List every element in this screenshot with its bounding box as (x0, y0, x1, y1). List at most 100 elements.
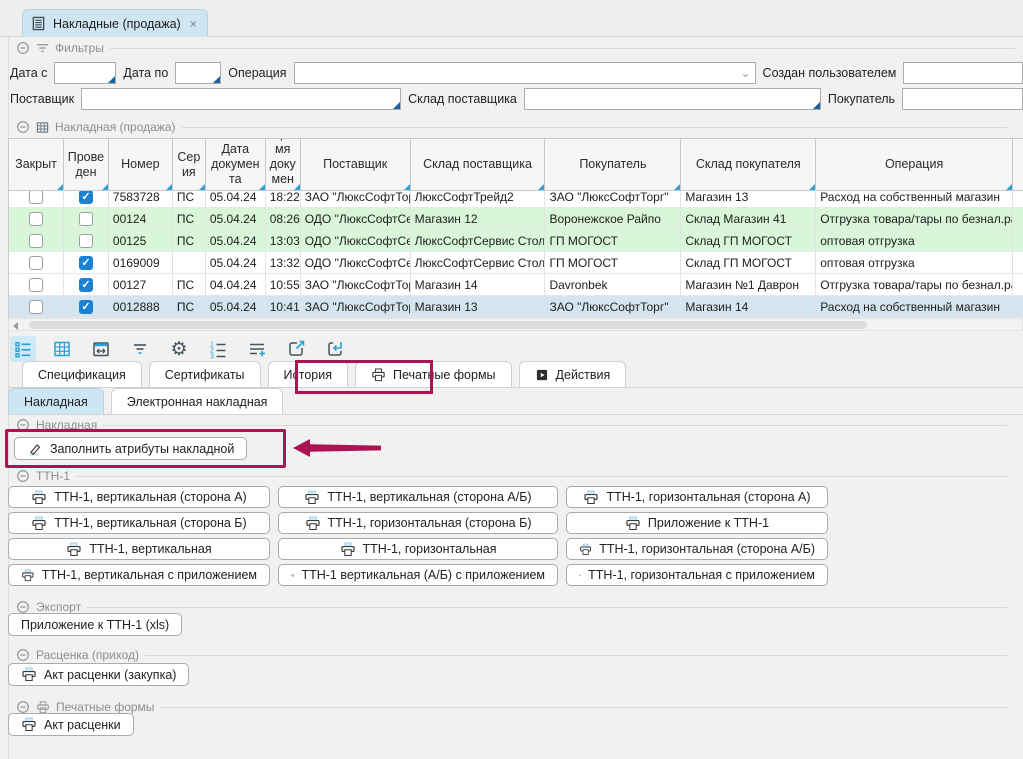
tab-electronic-invoice[interactable]: Электронная накладная (111, 388, 284, 414)
collapse-icon[interactable] (16, 120, 30, 134)
column-header-posted[interactable]: Проведен (64, 139, 109, 191)
grid-view-icon[interactable] (49, 336, 75, 362)
tab-certificates[interactable]: Сертификаты (149, 361, 261, 387)
open-external-icon[interactable] (283, 336, 309, 362)
tab-invoice[interactable]: Накладная (8, 388, 104, 414)
collapse-icon[interactable] (16, 41, 30, 55)
add-list-icon[interactable] (244, 336, 270, 362)
column-header-buyer[interactable]: Покупатель (545, 139, 681, 191)
posted-checkbox[interactable] (79, 256, 93, 270)
column-header-buyer-warehouse[interactable]: Склад покупателя (681, 139, 816, 191)
column-header-doc-date[interactable]: Дата документа (206, 139, 266, 191)
posted-checkbox[interactable] (79, 234, 93, 248)
column-header-supplier-warehouse[interactable]: Склад поставщика (411, 139, 546, 191)
cell-closed[interactable] (9, 296, 64, 318)
print-form-button[interactable]: ТТН-1, горизонтальная (сторона А) (566, 486, 828, 508)
numbered-list-icon[interactable]: 123 (205, 336, 231, 362)
supplier-warehouse-input[interactable] (525, 89, 820, 109)
print-form-button[interactable]: ТТН-1, вертикальная (сторона А) (8, 486, 270, 508)
print-form-button[interactable]: ТТН-1, вертикальная (сторона А/Б) (278, 486, 558, 508)
supplier-field[interactable] (81, 88, 401, 110)
table-row[interactable]: 016900905.04.2413:32ОДО "ЛюксСофтСервисЛ… (9, 252, 1023, 274)
buyer-field[interactable] (902, 88, 1023, 110)
table-row[interactable]: 00124ПС05.04.2408:26ОДО "ЛюксСофтСервисМ… (9, 208, 1023, 230)
print-form-button[interactable]: ТТН-1, горизонтальная (сторона А/Б) (566, 538, 828, 560)
closed-checkbox[interactable] (29, 234, 43, 248)
cell-posted[interactable] (64, 191, 109, 208)
supplier-input[interactable] (82, 89, 400, 109)
tab-specification[interactable]: Спецификация (22, 361, 142, 387)
print-form-button[interactable]: ТТН-1, вертикальная (сторона Б) (8, 512, 270, 534)
column-header-number[interactable]: Номер (109, 139, 173, 191)
tab-invoices-sale[interactable]: Накладные (продажа) × (22, 9, 208, 37)
table-row[interactable]: 7583728ПС05.04.2418:22ЗАО "ЛюксСофтТорг"… (9, 191, 1023, 208)
print-form-button[interactable]: ТТН-1, вертикальная с приложением (8, 564, 270, 586)
closed-checkbox[interactable] (29, 300, 43, 314)
cell-posted[interactable] (64, 230, 109, 252)
horizontal-scrollbar[interactable] (8, 318, 1023, 331)
cell-posted[interactable] (64, 208, 109, 230)
cell-closed[interactable] (9, 274, 64, 296)
column-header-operation[interactable]: Операция (816, 139, 1013, 191)
column-header-series[interactable]: Серия (173, 139, 206, 191)
created-by-input[interactable] (904, 63, 1022, 83)
print-form-button[interactable]: ТТН-1, горизонтальная (278, 538, 558, 560)
table-row[interactable]: 00125ПС05.04.2413:03ОДО "ЛюксСофтСервисЛ… (9, 230, 1023, 252)
print-form-button[interactable]: Приложение к ТТН-1 (566, 512, 828, 534)
table-row[interactable]: 00127ПС04.04.2410:55ЗАО "ЛюксСофтТорг"Ма… (9, 274, 1023, 296)
settings-gear-icon[interactable]: ⚙ (166, 336, 192, 362)
pricing-act-purchase-button[interactable]: Акт расценки (закупка) (8, 663, 189, 686)
cell-closed[interactable] (9, 230, 64, 252)
date-from-input[interactable] (55, 63, 115, 83)
collapse-icon[interactable] (16, 469, 30, 483)
refresh-return-icon[interactable] (322, 336, 348, 362)
cell-posted[interactable] (64, 274, 109, 296)
cell-posted[interactable] (64, 296, 109, 318)
tab-close-icon[interactable]: × (190, 17, 197, 31)
fill-invoice-attributes-button[interactable]: Заполнить атрибуты накладной (14, 437, 247, 460)
tab-actions[interactable]: Действия (519, 361, 627, 387)
filter-icon[interactable] (127, 336, 153, 362)
tab-print-forms[interactable]: Печатные формы (355, 361, 512, 387)
operation-combobox[interactable]: ⌄ (294, 62, 756, 84)
created-by-field[interactable] (903, 62, 1023, 84)
closed-checkbox[interactable] (29, 212, 43, 226)
scroll-left-icon[interactable] (13, 322, 18, 330)
print-form-button[interactable]: ТТН-1, горизонтальная (сторона Б) (278, 512, 558, 534)
ttn-appendix-xls-button[interactable]: Приложение к ТТН-1 (xls) (8, 613, 182, 636)
closed-checkbox[interactable] (29, 256, 43, 270)
column-header-supplier[interactable]: Поставщик (301, 139, 411, 191)
collapse-icon[interactable] (16, 418, 30, 432)
period-calendar-icon[interactable] (88, 336, 114, 362)
posted-checkbox[interactable] (79, 212, 93, 226)
cell-closed[interactable] (9, 191, 64, 208)
date-from-field[interactable] (54, 62, 116, 84)
print-form-button[interactable]: ТТН-1 вертикальная (А/Б) с приложением (278, 564, 558, 586)
posted-checkbox[interactable] (79, 300, 93, 314)
print-form-button[interactable]: ТТН-1, вертикальная (8, 538, 270, 560)
list-view-icon[interactable] (10, 336, 36, 362)
posted-checkbox[interactable] (79, 278, 93, 292)
chevron-down-icon[interactable]: ⌄ (740, 66, 750, 80)
collapse-icon[interactable] (16, 648, 30, 662)
closed-checkbox[interactable] (29, 191, 43, 204)
column-header-closed[interactable]: Закрыт (9, 139, 64, 191)
date-to-field[interactable] (175, 62, 221, 84)
pricing-act-button[interactable]: Акт расценки (8, 713, 134, 736)
supplier-warehouse-field[interactable] (524, 88, 821, 110)
cell-closed[interactable] (9, 208, 64, 230)
tab-history[interactable]: История (268, 361, 348, 387)
buyer-input[interactable] (903, 89, 1022, 109)
scrollbar-thumb[interactable] (29, 321, 867, 329)
collapse-icon[interactable] (16, 700, 30, 714)
collapse-icon[interactable] (16, 600, 30, 614)
cell-buyer-warehouse: Склад ГП МОГОСТ (681, 230, 816, 252)
column-header-doc-time[interactable]: Время документа (266, 139, 301, 191)
closed-checkbox[interactable] (29, 278, 43, 292)
operation-input[interactable] (295, 63, 755, 83)
cell-posted[interactable] (64, 252, 109, 274)
posted-checkbox[interactable] (79, 191, 93, 204)
cell-closed[interactable] (9, 252, 64, 274)
print-form-button[interactable]: ТТН-1, горизонтальная с приложением (566, 564, 828, 586)
table-row[interactable]: 0012888ПС05.04.2410:41ЗАО "ЛюксСофтТорг"… (9, 296, 1023, 318)
